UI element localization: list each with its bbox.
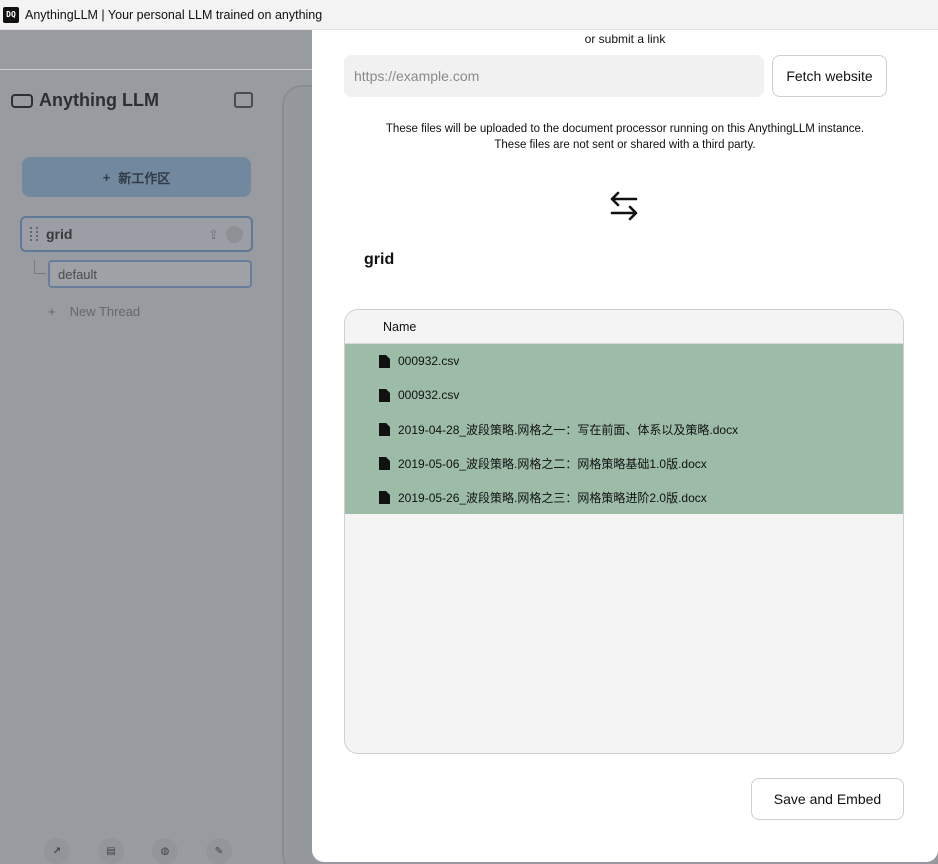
file-icon (379, 490, 390, 504)
file-name: 2019-04-28_波段策略.网格之一：写在前面、体系以及策略.docx (398, 422, 739, 437)
file-icon (379, 456, 390, 470)
file-row[interactable]: 2019-04-28_波段策略.网格之一：写在前面、体系以及策略.docx (345, 412, 903, 446)
notice-line-1: These files will be uploaded to the docu… (385, 123, 865, 135)
fetch-website-button[interactable]: Fetch website (772, 55, 887, 97)
file-icon (379, 354, 390, 368)
upload-notice: These files will be uploaded to the docu… (312, 121, 938, 153)
file-row[interactable]: 2019-05-06_波段策略.网格之二：网格策略基础1.0版.docx (345, 446, 903, 480)
workspace-title: grid (364, 251, 395, 268)
column-header-name[interactable]: Name (345, 310, 903, 344)
window-title: AnythingLLM | Your personal LLM trained … (25, 7, 323, 22)
file-name: 2019-05-26_波段策略.网格之三：网格策略进阶2.0版.docx (398, 490, 707, 505)
url-input[interactable] (344, 55, 764, 97)
file-icon (379, 388, 390, 402)
submit-link-label: or submit a link (584, 32, 666, 46)
app-logo-icon: DQ (3, 6, 19, 23)
arrows-swap-icon[interactable] (606, 188, 642, 224)
document-upload-modal: or submit a link Fetch website These fil… (312, 30, 938, 862)
file-icon (379, 422, 390, 436)
notice-line-2: These files are not sent or shared with … (494, 139, 756, 151)
file-name: 000932.csv (398, 354, 460, 368)
file-name: 000932.csv (398, 388, 460, 402)
file-row[interactable]: 2019-05-26_波段策略.网格之三：网格策略进阶2.0版.docx (345, 480, 903, 514)
file-row[interactable]: 000932.csv (345, 378, 903, 412)
file-row[interactable]: 000932.csv (345, 344, 903, 378)
file-name: 2019-05-06_波段策略.网格之二：网格策略基础1.0版.docx (398, 456, 707, 471)
workspace-file-list: Name 000932.csv 000932.csv 2019-04-28_波段… (344, 309, 904, 754)
save-and-embed-button[interactable]: Save and Embed (751, 778, 904, 820)
window-titlebar: DQ AnythingLLM | Your personal LLM train… (0, 0, 938, 30)
